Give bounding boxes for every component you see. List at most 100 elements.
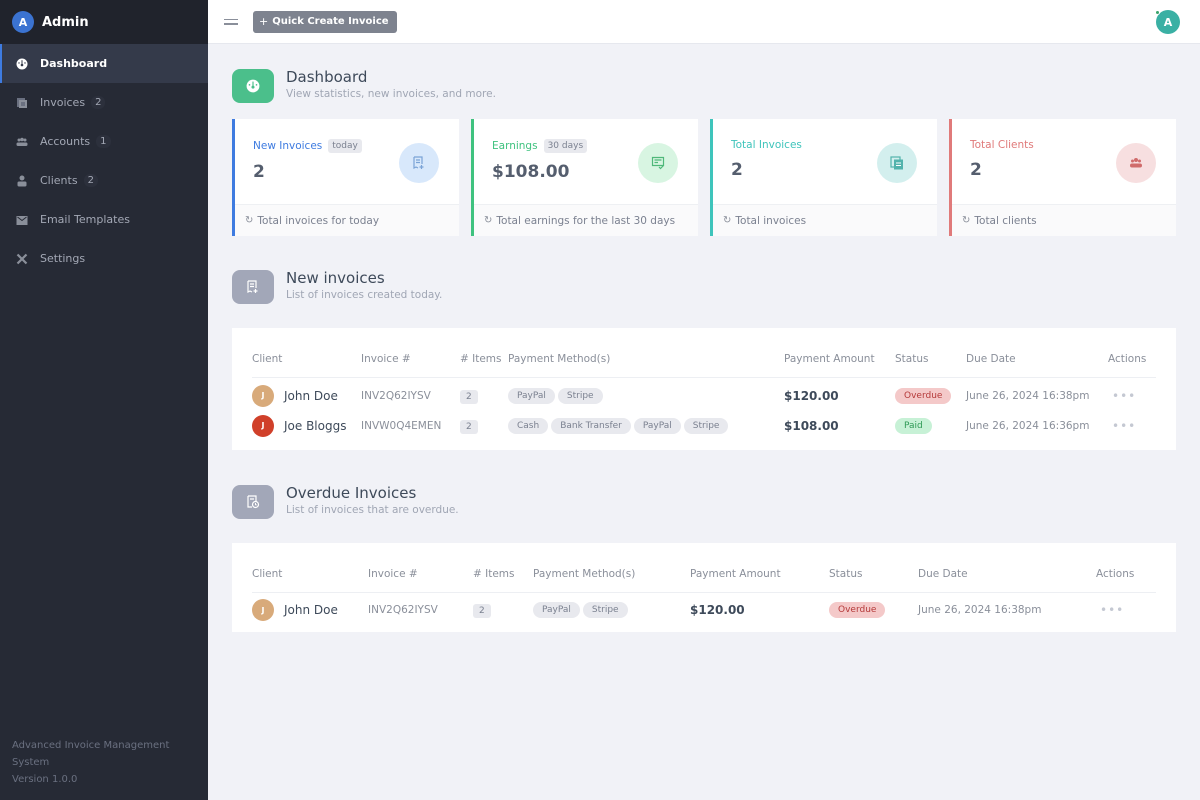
amount-cell: $108.00 — [784, 410, 895, 442]
plus-icon: + — [259, 15, 269, 28]
stat-footer-text: Total invoices for today — [257, 214, 380, 227]
stat-title-label: Total Invoices — [731, 139, 802, 151]
amount-cell: $120.00 — [690, 592, 829, 624]
online-status-indicator — [1155, 10, 1160, 15]
stat-footer: ↻ Total invoices — [713, 204, 937, 236]
refresh-icon: ↻ — [245, 215, 254, 226]
status-badge: Overdue — [829, 602, 886, 619]
page-subtitle: View statistics, new invoices, and more. — [286, 88, 496, 100]
payment-method-chip: PayPal — [533, 602, 580, 619]
sidebar-item-label: Invoices — [40, 96, 86, 109]
email-icon — [16, 214, 28, 226]
column-header: Due Date — [966, 348, 1108, 378]
sidebar-item-invoices[interactable]: Invoices 2 — [0, 83, 208, 122]
payment-method-chip: PayPal — [633, 417, 681, 434]
payment-method-chip: Stripe — [683, 417, 729, 434]
refresh-icon: ↻ — [962, 215, 971, 226]
stat-footer: ↻ Total clients — [952, 204, 1176, 236]
column-header: Status — [895, 348, 966, 378]
payment-methods-cell: Cash Bank Transfer PayPal Stripe — [508, 410, 784, 442]
client-cell: J John Doe — [252, 592, 368, 624]
section-title: New invoices — [286, 269, 385, 287]
due-date: June 26, 2024 16:38pm — [966, 389, 1090, 402]
invoice-number[interactable]: INV2Q62IYSV — [368, 604, 438, 616]
items-count-badge: 2 — [473, 604, 491, 619]
due-date-cell: June 26, 2024 16:36pm — [966, 410, 1108, 442]
status-cell: Overdue — [829, 592, 918, 624]
settings-icon — [16, 253, 28, 265]
status-cell: Paid — [895, 410, 966, 442]
invoice-number-cell: INV2Q62IYSV — [361, 378, 460, 410]
status-cell: Overdue — [895, 378, 966, 410]
payment-amount: $108.00 — [784, 418, 839, 433]
sidebar-item-label: Email Templates — [40, 213, 130, 226]
client[interactable]: J John Doe — [252, 599, 368, 622]
main-content: Dashboard View statistics, new invoices,… — [232, 44, 1176, 632]
sidebar-item-settings[interactable]: Settings — [0, 239, 208, 278]
more-actions-icon[interactable]: ••• — [1096, 603, 1124, 617]
new-invoices-header: New invoices List of invoices created to… — [232, 269, 1176, 304]
overdue-invoice-icon — [232, 484, 274, 519]
client[interactable]: J John Doe — [252, 384, 361, 407]
due-date: June 26, 2024 16:38pm — [918, 604, 1042, 617]
client-cell: J Joe Bloggs — [252, 410, 361, 442]
column-header: # Items — [473, 562, 533, 593]
menu-toggle-icon[interactable] — [224, 16, 238, 28]
column-header: Payment Amount — [690, 562, 829, 593]
sidebar-nav: Dashboard Invoices 2 Accounts 1 Clients … — [0, 44, 208, 278]
invoices-icon — [16, 97, 28, 109]
actions-cell: ••• — [1108, 410, 1156, 442]
more-actions-icon[interactable]: ••• — [1108, 419, 1136, 433]
column-header: Payment Method(s) — [508, 348, 784, 378]
sidebar-item-label: Accounts — [40, 135, 91, 148]
column-header: Actions — [1108, 348, 1156, 378]
brand: A Admin — [0, 0, 208, 44]
items-count-badge: 2 — [460, 419, 478, 434]
dashboard-icon — [16, 58, 28, 70]
user-avatar[interactable]: A — [1155, 10, 1180, 34]
invoice-number-cell: INVW0Q4EMEN — [361, 410, 460, 442]
payment-method-chip: Stripe — [582, 602, 628, 619]
client-avatar: J — [252, 599, 274, 622]
invoice-number[interactable]: INV2Q62IYSV — [361, 390, 431, 402]
stat-card-total-clients: Total Clients 2 ↻ Total clients — [949, 119, 1176, 236]
client-avatar: J — [252, 384, 274, 407]
sidebar-item-label: Dashboard — [40, 57, 108, 70]
payment-method-chip: PayPal — [508, 387, 555, 404]
items-cell: 2 — [473, 592, 533, 624]
table-row[interactable]: J John Doe INV2Q62IYSV 2 PayPal Stripe $120.00… — [252, 592, 1156, 624]
sidebar-item-email-templates[interactable]: Email Templates — [0, 200, 208, 239]
table-row[interactable]: J John Doe INV2Q62IYSV 2 PayPal Stripe $120.00… — [252, 378, 1156, 410]
client-avatar: J — [252, 414, 274, 437]
column-header: Payment Method(s) — [533, 562, 690, 593]
stat-card-body: New Invoices today 2 — [235, 119, 459, 204]
topbar: + Quick Create Invoice A — [208, 0, 1200, 44]
due-date: June 26, 2024 16:36pm — [966, 419, 1090, 432]
stat-title-label: New Invoices — [253, 140, 323, 152]
stat-period-tag: 30 days — [543, 139, 588, 153]
column-header: Invoice # — [368, 562, 473, 593]
sidebar-item-clients[interactable]: Clients 2 — [0, 161, 208, 200]
dashboard-header: Dashboard View statistics, new invoices,… — [232, 68, 1176, 103]
column-header: Due Date — [918, 562, 1096, 593]
stats-row: New Invoices today 2 ↻ Total invoices for to… — [232, 119, 1176, 236]
client[interactable]: J Joe Bloggs — [252, 414, 361, 437]
new-invoices-icon — [399, 143, 439, 183]
table-row[interactable]: J Joe Bloggs INVW0Q4EMEN 2 Cash Bank Transfer… — [252, 410, 1156, 442]
stat-card-body: Earnings 30 days $108.00 — [474, 119, 698, 204]
new-invoices-table: Client Invoice # # Items Payment Method(s) P… — [252, 348, 1156, 442]
invoice-number[interactable]: INVW0Q4EMEN — [361, 420, 441, 432]
stat-period-tag: today — [328, 139, 362, 153]
invoices-count-badge: 2 — [91, 96, 106, 109]
sidebar-item-accounts[interactable]: Accounts 1 — [0, 122, 208, 161]
total-clients-icon — [1116, 143, 1156, 183]
stat-card-new-invoices: New Invoices today 2 ↻ Total invoices for to… — [232, 119, 459, 236]
app-version: Version 1.0.0 — [12, 774, 78, 785]
sidebar-item-dashboard[interactable]: Dashboard — [0, 44, 208, 83]
stat-footer-text: Total invoices — [735, 214, 807, 227]
overdue-invoices-card: Client Invoice # # Items Payment Method(s) P… — [232, 542, 1176, 632]
stat-footer-text: Total earnings for the last 30 days — [496, 214, 676, 227]
due-date-cell: June 26, 2024 16:38pm — [966, 378, 1108, 410]
quick-create-invoice-button[interactable]: + Quick Create Invoice — [253, 10, 397, 33]
more-actions-icon[interactable]: ••• — [1108, 389, 1136, 403]
